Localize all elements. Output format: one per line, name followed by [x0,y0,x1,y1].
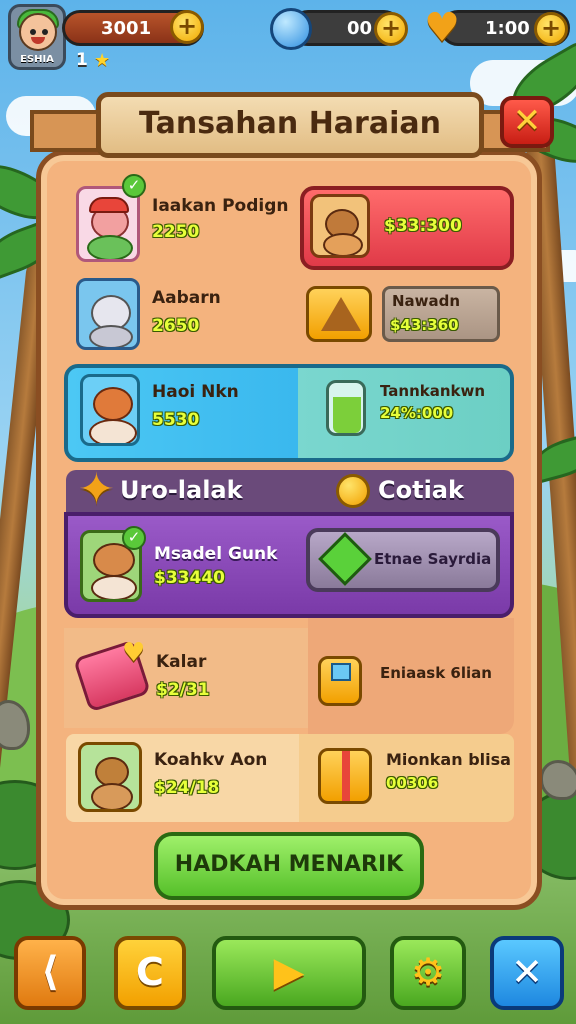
juice-glass-icon [326,380,366,436]
banner-ribbon-left [30,110,100,152]
item-price: $24/18 [154,778,220,798]
owned-check-icon: ✓ [122,526,146,550]
item-price: $43:360 [390,316,459,334]
player-level: 1 [76,50,88,70]
featured-price: $33440 [154,568,225,588]
add-gems-button[interactable]: + [374,12,408,46]
gem-icon [270,8,312,50]
heart-icon: ♥ [424,5,460,51]
play-button[interactable]: ▶ [212,936,366,1010]
fox-pet-icon [310,194,370,258]
currency-button[interactable]: C [114,936,186,1010]
coin-value: 3001 [101,18,152,39]
featured-button-label: Etnae Sayrdia [374,550,492,568]
settings-button[interactable]: ⚙ [390,936,466,1010]
item-name: Aabarn [152,288,221,308]
section-title-right: Cotiak [378,476,464,504]
add-hearts-button[interactable]: + [534,12,568,46]
player-name: ESHIA [20,54,54,65]
panel-title: Tansahan Haraian [96,92,484,158]
star-badge-icon: ✦ [78,464,115,515]
item-name: Eniaask 6lian [380,664,492,682]
gift-box-icon [318,748,372,804]
item-name: Nawadn [392,292,461,310]
star-icon: ★ [94,50,111,71]
item-name: Tannkankwn [380,382,486,400]
featured-name: Msadel Gunk [154,544,278,564]
item-price: 2650 [152,316,200,336]
back-button[interactable]: ⟨ [14,936,86,1010]
item-price: 00306 [386,774,439,792]
item-price: 2250 [152,222,200,242]
item-name: Iaakan Podign [152,196,289,216]
play-icon: ▶ [273,949,305,995]
item-name: Koahkv Aon [154,750,268,770]
claim-button[interactable]: HADKAH MENARIK [154,832,424,900]
item-name: Haoi Nkn [152,382,239,402]
tent-item-icon[interactable] [306,286,372,342]
add-coins-button[interactable]: + [170,10,204,44]
heart-badge-icon: ♥ [122,638,146,668]
red-fox-pet-icon [80,374,140,446]
item-price: 24%:000 [380,404,454,422]
back-arrow-icon: ⟨ [40,949,60,995]
item-price: $2/31 [156,680,210,700]
item-name: Kalar [156,652,207,672]
c-letter-icon: C [136,950,164,994]
close-icon: ✕ [511,950,543,994]
section-title-left: Uro-lalak [120,476,243,504]
offer-price: $33:300 [384,216,462,236]
coin-icon [336,474,370,508]
close-button[interactable]: ✕ [490,936,564,1010]
close-panel-button[interactable]: ✕ [500,96,554,148]
gem-value: 00 [347,18,373,39]
heart-value: 1:00 [485,18,530,39]
bucket-item-icon[interactable] [318,656,362,706]
player-avatar[interactable]: ESHIA [8,4,66,70]
item-name: Mionkan blisa [386,750,511,769]
bunny-pet-icon[interactable] [76,278,140,350]
gear-icon: ⚙ [410,950,446,994]
owned-check-icon: ✓ [122,174,146,198]
item-price: 5530 [152,410,200,430]
kangaroo-pet-icon [78,742,142,812]
